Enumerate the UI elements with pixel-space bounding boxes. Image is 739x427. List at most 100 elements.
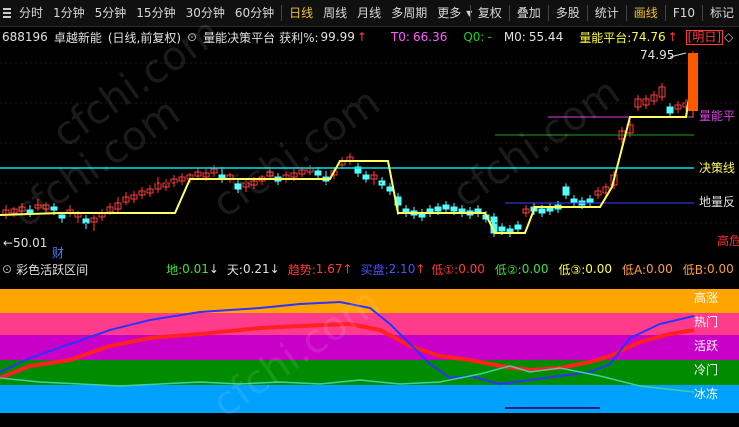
tomorrow-button[interactable]: [明日] [685, 29, 724, 45]
di1-value: 0.00 [458, 262, 485, 276]
up-arrow-icon: ↑ [415, 262, 426, 276]
dib-label: 低B: [682, 262, 708, 277]
di3-label: 低③: [558, 262, 586, 277]
platform-value: 74.76 [631, 30, 666, 44]
up-arrow-icon: ↑ [342, 262, 353, 276]
up-arrow-icon: ↑ [667, 30, 678, 44]
candle-body [234, 183, 242, 190]
qushi-label: 趋势: [287, 262, 316, 277]
candle-body [538, 208, 546, 214]
candle-body [58, 214, 66, 219]
di2-label: 低②: [494, 262, 522, 277]
high-price-label: 74.95 [640, 48, 674, 62]
zone-label: 冷门 [694, 362, 718, 377]
candle-body [378, 180, 386, 186]
m0-value: 55.44 [528, 30, 564, 44]
tian-label: 天: [226, 262, 243, 277]
m0-label: M0: [503, 30, 526, 44]
tomorrow-label: 明日 [692, 29, 717, 44]
tool-button[interactable]: 叠加 [512, 0, 546, 26]
candle-body [514, 224, 522, 230]
finance-marker-icon: 财 [52, 246, 64, 259]
candle-body [450, 206, 458, 212]
candle-body [50, 206, 58, 211]
indicator-bar: ⊙ 彩色活跃区间 地: 0.01 ↓ 天: 0.21 ↓ 趋势: 1.67 ↑ … [0, 259, 739, 279]
period-toolbar: 分时1分钟5分钟15分钟30分钟60分钟日线周线月线多周期更多▾ 复权叠加多股统… [0, 0, 739, 27]
decision-step-line [0, 66, 695, 234]
period-tab[interactable]: 多周期 [386, 0, 432, 26]
collapse-icon[interactable]: ⊙ [187, 30, 197, 44]
candle-body [562, 186, 570, 196]
zone-band [0, 313, 739, 335]
indicator-title[interactable]: 彩色活跃区间 [16, 261, 88, 278]
zone-label: 热门 [694, 314, 718, 329]
profit-value: 99.99 [320, 30, 355, 44]
period-tab[interactable]: 5分钟 [90, 0, 132, 26]
di-label: 地: [166, 262, 183, 277]
maipan-label: 买盘: [360, 262, 389, 277]
stock-code: 688196 [2, 30, 48, 44]
dib-value: 0.00 [707, 262, 734, 276]
zone-band [0, 385, 739, 413]
zone-label: 高涨 [694, 290, 718, 305]
q0-label: Q0: [463, 30, 485, 44]
diamond-icon[interactable]: ◇ [724, 30, 733, 44]
candle-body [666, 106, 674, 114]
stock-name: 卓越新能 [53, 30, 102, 45]
indicator-name[interactable]: 量能决策平台 [203, 29, 275, 46]
low-price-label: ←50.01 [3, 236, 47, 250]
period-label: (日线,前复权) [107, 30, 182, 45]
candle-body [586, 198, 594, 204]
tool-button[interactable]: 画线 [629, 0, 663, 26]
platform-line-label: 量能平 [699, 109, 735, 123]
period-tab[interactable]: 月线 [352, 0, 386, 26]
period-tab[interactable]: 更多 [432, 0, 466, 26]
down-arrow-icon: ↓ [269, 262, 280, 276]
tool-button[interactable]: 多股 [551, 0, 585, 26]
tian-value: 0.21 [242, 262, 270, 276]
candle-body [434, 206, 442, 212]
candle-body [498, 226, 506, 232]
menu-icon[interactable] [0, 0, 14, 26]
t0-value: 66.36 [412, 30, 448, 44]
qushi-value: 1.67 [315, 262, 343, 276]
q0-value: - [487, 30, 492, 44]
active-zone-chart[interactable]: 高涨热门活跃冷门冰冻 [0, 280, 739, 418]
candle-body [570, 198, 578, 204]
collapse-icon[interactable]: ⊙ [2, 262, 12, 276]
period-tab[interactable]: 周线 [318, 0, 352, 26]
dia-label: 低A: [621, 262, 647, 277]
di-value: 0.01 [182, 262, 209, 276]
platform-label: 量能平台: [579, 30, 632, 45]
tool-button[interactable]: 复权 [473, 0, 507, 26]
zone-label: 冰冻 [694, 386, 718, 401]
up-arrow-icon: ↑ [356, 30, 367, 44]
high-risk-label: 高危 [717, 233, 739, 248]
profit-label: 获利%: [279, 30, 319, 45]
dia-value: 0.00 [646, 262, 673, 276]
period-tab[interactable]: 分时 [14, 0, 48, 26]
maipan-value: 2.10 [388, 262, 416, 276]
di2-value: 0.00 [521, 262, 549, 276]
period-tab[interactable]: 30分钟 [181, 0, 230, 26]
candlestick-chart[interactable]: 74.95 ←50.01 财 量能平决策线地量反高危 [0, 47, 739, 259]
t0-label: T0: [390, 30, 410, 44]
di3-value: 0.00 [585, 262, 612, 276]
quote-info-bar: 688196 卓越新能 (日线,前复权) ⊙ 量能决策平台 获利%: 99.99… [0, 27, 739, 47]
tool-button[interactable]: 统计 [590, 0, 624, 26]
period-tab[interactable]: 日线 [284, 0, 318, 26]
tool-button[interactable]: 标记 [705, 0, 739, 26]
candle-body [82, 218, 90, 224]
di1-label: 低①: [431, 262, 459, 277]
candle-body [362, 174, 370, 180]
zone-label: 活跃 [694, 339, 718, 353]
period-tab[interactable]: 60分钟 [230, 0, 279, 26]
candle-body [442, 204, 450, 210]
zone-band [0, 289, 739, 313]
down-arrow-icon: ↓ [208, 262, 219, 276]
decision-line-label: 决策线 [699, 161, 735, 175]
period-tab[interactable]: 1分钟 [48, 0, 90, 26]
period-tab[interactable]: 15分钟 [131, 0, 180, 26]
tool-button[interactable]: F10 [668, 0, 700, 26]
candle-body [314, 170, 322, 176]
